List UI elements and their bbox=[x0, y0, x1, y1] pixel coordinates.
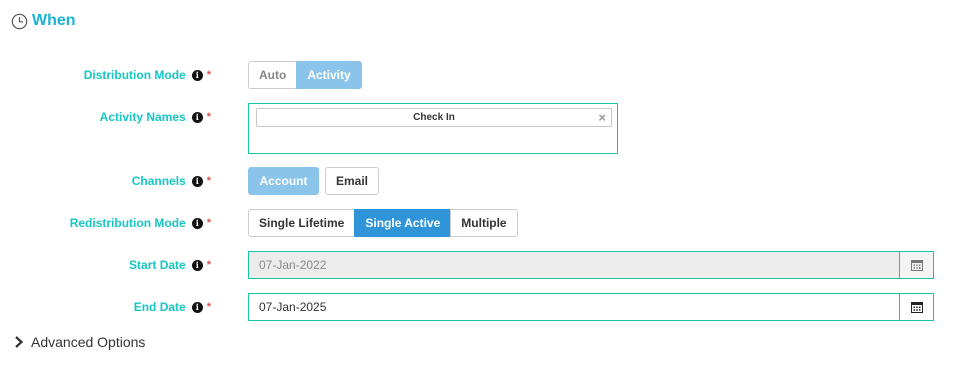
start-date-field bbox=[248, 251, 934, 279]
end-date-label: End Date bbox=[133, 300, 186, 314]
start-date-label-wrap: Start Date i * bbox=[129, 251, 211, 279]
required-asterisk: * bbox=[206, 259, 211, 271]
end-date-calendar-button[interactable] bbox=[899, 294, 933, 320]
distribution-mode-label: Distribution Mode bbox=[83, 68, 186, 82]
redistribution-single-lifetime-button[interactable]: Single Lifetime bbox=[248, 209, 356, 237]
distribution-auto-button[interactable]: Auto bbox=[248, 61, 298, 89]
channels-toggle: Account Email bbox=[248, 167, 379, 195]
activity-names-row: Activity Names i * Check In × bbox=[0, 103, 963, 154]
end-date-label-wrap: End Date i * bbox=[134, 293, 211, 321]
required-asterisk: * bbox=[206, 217, 211, 229]
clock-icon bbox=[11, 13, 28, 29]
chevron-right-icon bbox=[15, 336, 24, 348]
start-date-row: Start Date i * bbox=[0, 251, 963, 279]
redistribution-mode-label-wrap: Redistribution Mode i * bbox=[70, 209, 211, 237]
section-title: When bbox=[32, 12, 76, 29]
distribution-mode-row: Distribution Mode i * Auto Activity bbox=[0, 61, 963, 89]
end-date-input[interactable] bbox=[249, 294, 899, 320]
start-date-label: Start Date bbox=[129, 258, 186, 272]
end-date-row: End Date i * bbox=[0, 293, 963, 321]
info-icon[interactable]: i bbox=[191, 69, 203, 81]
advanced-options-toggle[interactable]: Advanced Options bbox=[14, 334, 145, 350]
info-icon[interactable]: i bbox=[191, 175, 203, 187]
info-icon[interactable]: i bbox=[191, 111, 203, 123]
redistribution-mode-toggle: Single Lifetime Single Active Multiple bbox=[248, 209, 518, 237]
channels-label: Channels bbox=[131, 174, 186, 188]
redistribution-mode-row: Redistribution Mode i * Single Lifetime … bbox=[0, 209, 963, 237]
activity-tag-label: Check In bbox=[413, 112, 455, 123]
channel-email-button[interactable]: Email bbox=[325, 167, 379, 195]
advanced-options-label: Advanced Options bbox=[31, 334, 146, 350]
start-date-input bbox=[249, 252, 899, 278]
calendar-icon bbox=[910, 260, 923, 271]
distribution-mode-toggle: Auto Activity bbox=[248, 61, 362, 89]
activity-names-input[interactable]: Check In × bbox=[248, 103, 618, 154]
info-icon[interactable]: i bbox=[191, 217, 203, 229]
info-icon[interactable]: i bbox=[191, 301, 203, 313]
calendar-icon bbox=[910, 302, 923, 313]
redistribution-single-active-button[interactable]: Single Active bbox=[354, 209, 452, 237]
required-asterisk: * bbox=[206, 175, 211, 187]
required-asterisk: * bbox=[206, 69, 211, 81]
section-header: When bbox=[11, 12, 76, 30]
end-date-field bbox=[248, 293, 934, 321]
close-icon[interactable]: × bbox=[598, 110, 606, 125]
channels-row: Channels i * Account Email bbox=[0, 167, 963, 195]
redistribution-multiple-button[interactable]: Multiple bbox=[450, 209, 518, 237]
redistribution-mode-label: Redistribution Mode bbox=[69, 216, 186, 230]
activity-tag: Check In × bbox=[256, 108, 612, 127]
channels-label-wrap: Channels i * bbox=[132, 167, 211, 195]
distribution-activity-button[interactable]: Activity bbox=[296, 61, 362, 89]
start-date-calendar-button bbox=[899, 252, 933, 278]
activity-names-label: Activity Names bbox=[99, 110, 186, 124]
activity-names-label-wrap: Activity Names i * bbox=[100, 103, 211, 131]
distribution-mode-label-wrap: Distribution Mode i * bbox=[84, 61, 211, 89]
required-asterisk: * bbox=[206, 111, 211, 123]
info-icon[interactable]: i bbox=[191, 259, 203, 271]
channel-account-button[interactable]: Account bbox=[248, 167, 319, 195]
required-asterisk: * bbox=[206, 301, 211, 313]
